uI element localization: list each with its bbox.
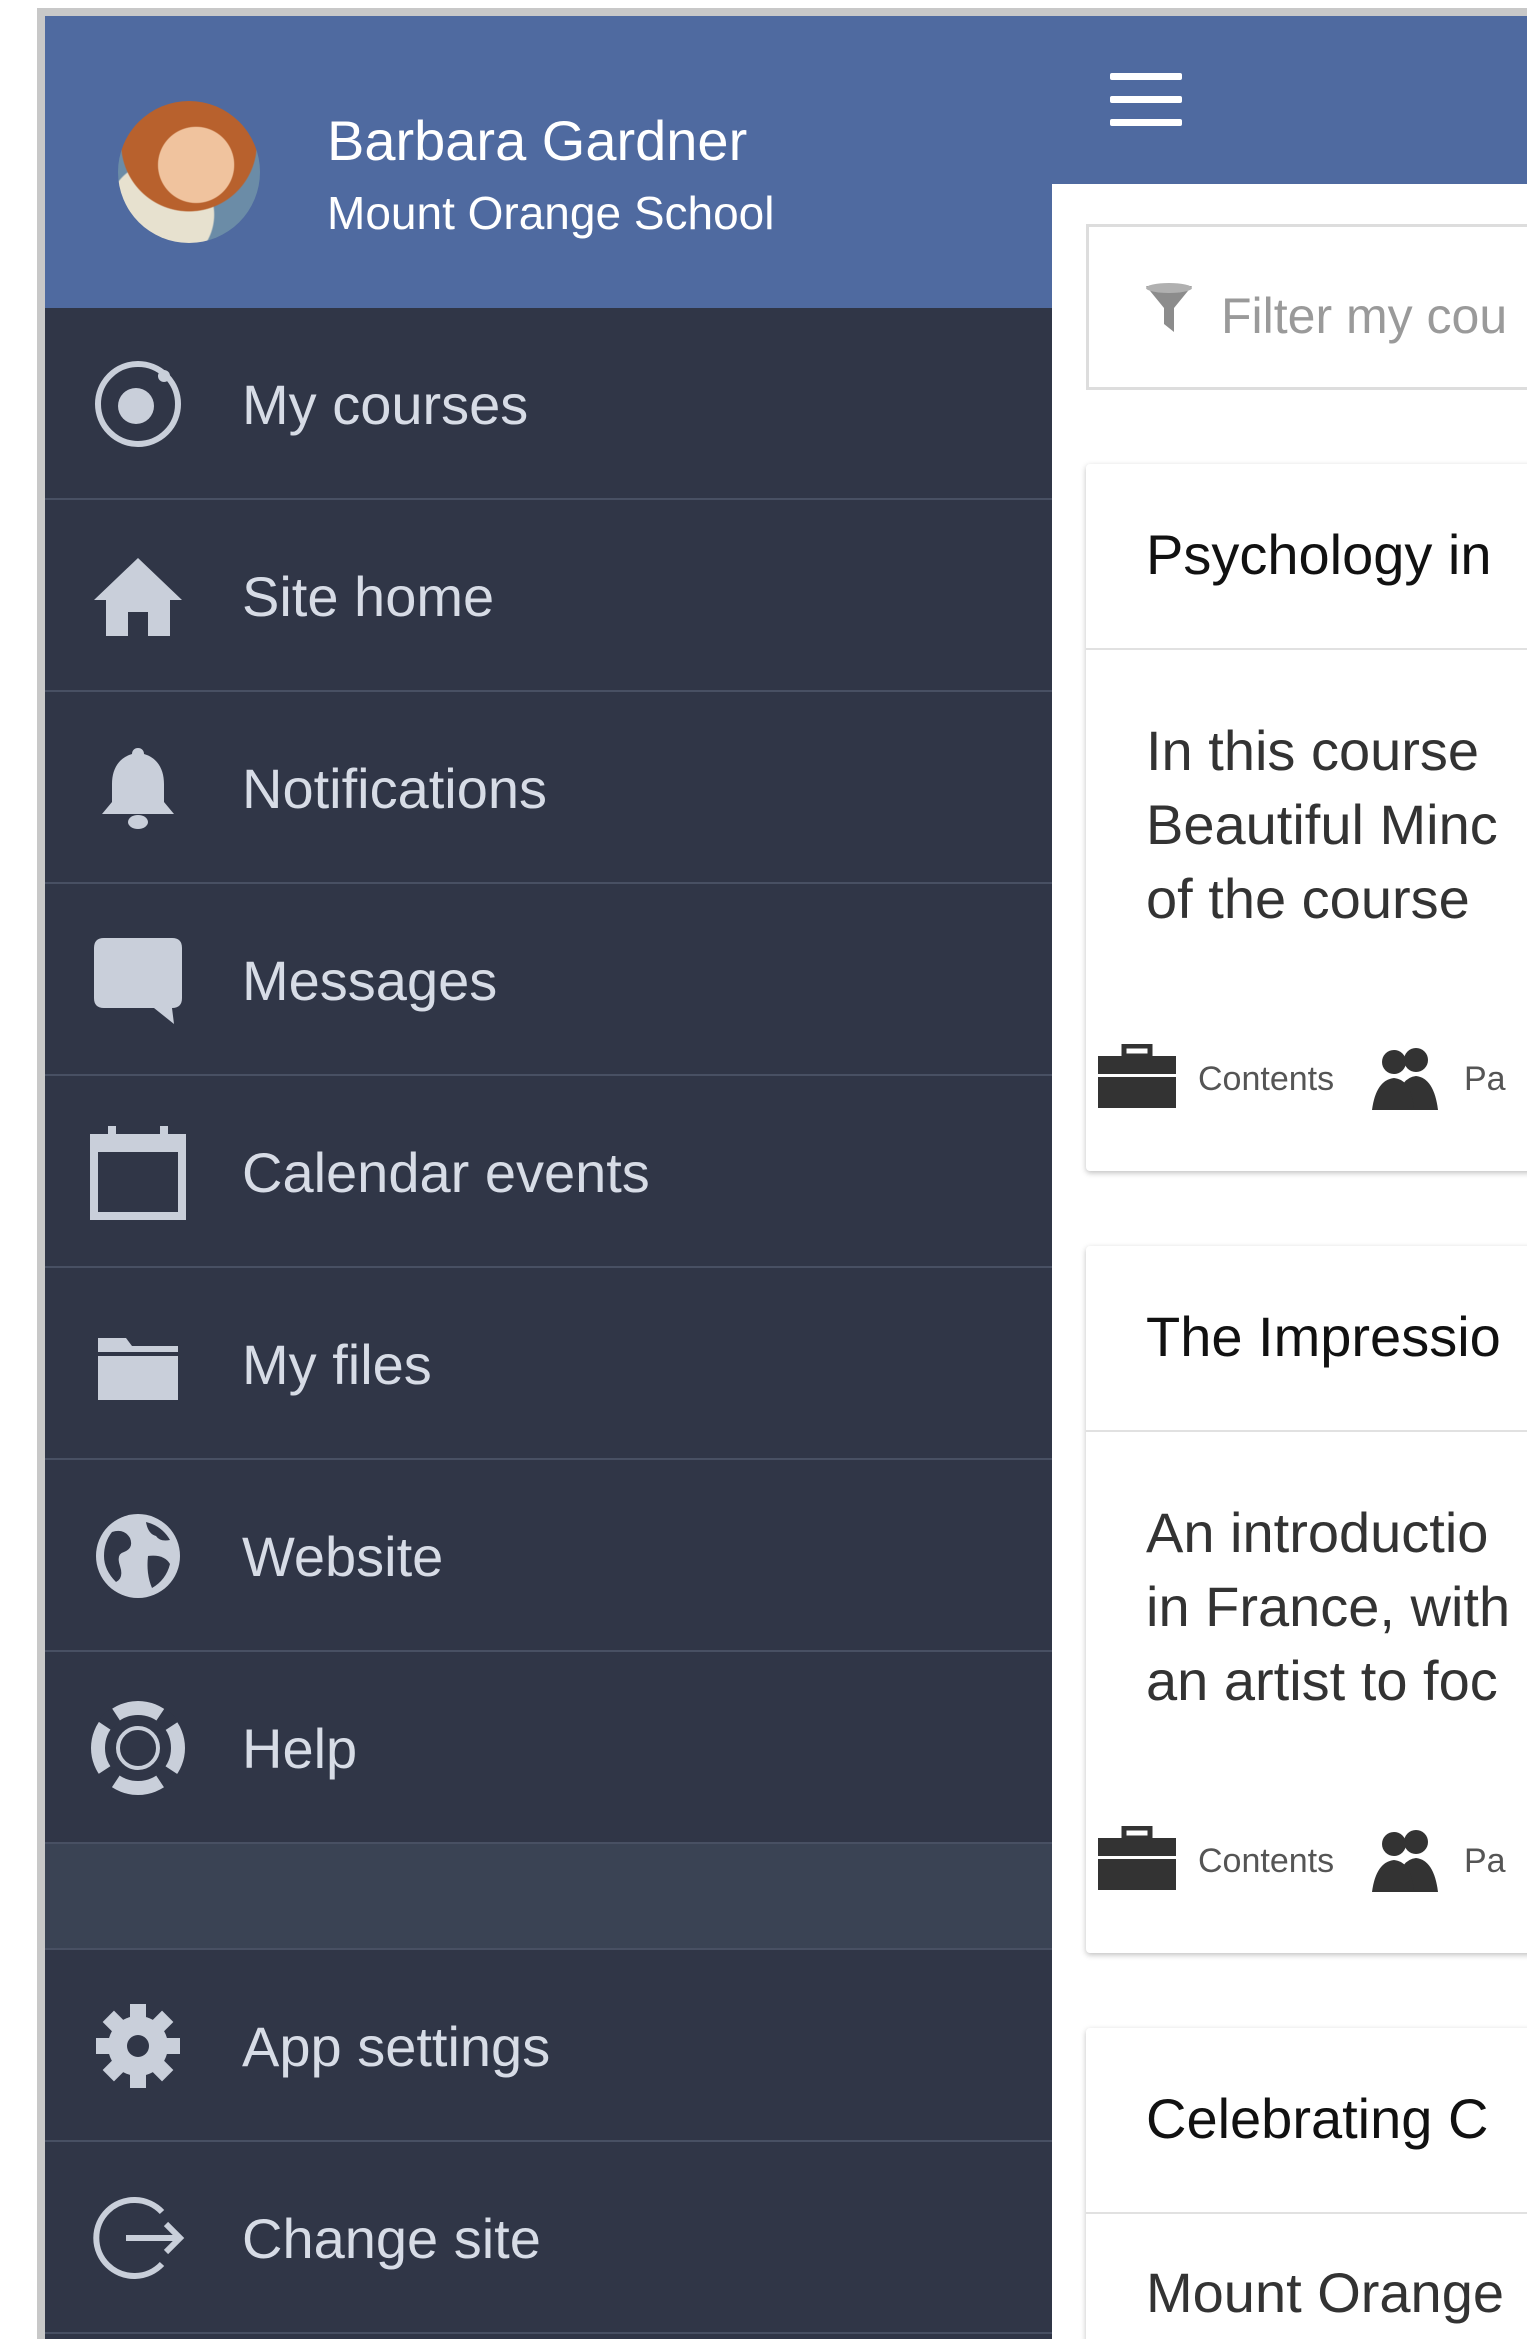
- course-title-row[interactable]: The Impressio: [1086, 1246, 1527, 1432]
- summary-line: An introductio: [1146, 1501, 1489, 1564]
- logout-icon: [93, 2197, 185, 2279]
- course-summary: An introductio in France, with an artist…: [1146, 1496, 1510, 1718]
- summary-line: In this course: [1146, 719, 1480, 782]
- app-frame: Barbara Gardner Mount Orange School My c…: [37, 8, 1527, 2339]
- summary-line: Beautiful Minc: [1146, 793, 1498, 856]
- menu-item-label: My files: [242, 1333, 432, 1396]
- course-card[interactable]: Psychology in In this course Beautiful M…: [1086, 464, 1527, 1171]
- course-summary: Mount Orange: [1146, 2256, 1504, 2330]
- menu-item-label: Calendar events: [242, 1141, 650, 1204]
- filter-placeholder: Filter my cou: [1221, 288, 1508, 344]
- menu-item-site-home[interactable]: Site home: [45, 500, 1052, 692]
- site-name: Mount Orange School: [327, 187, 775, 239]
- course-footer: Contents Pa: [1098, 1044, 1527, 1114]
- summary-line: an artist to foc: [1146, 1649, 1498, 1712]
- filter-icon: [1146, 283, 1192, 332]
- top-bar: [1052, 16, 1527, 184]
- course-title: Psychology in: [1146, 523, 1492, 586]
- lifebuoy-icon: [90, 1700, 186, 1796]
- menu-item-calendar-events[interactable]: Calendar events: [45, 1076, 1052, 1268]
- bell-icon: [102, 748, 174, 829]
- contents-link[interactable]: Contents: [1198, 1842, 1334, 1881]
- gear-icon: [96, 2004, 180, 2088]
- briefcase-icon[interactable]: [1098, 1826, 1176, 1892]
- course-card[interactable]: Celebrating C Mount Orange: [1086, 2028, 1527, 2339]
- participants-icon[interactable]: [1368, 1046, 1448, 1110]
- filter-courses-input[interactable]: Filter my cou: [1086, 224, 1527, 390]
- main-content: Filter my cou Psychology in In this cour…: [1052, 16, 1527, 2339]
- menu-item-notifications[interactable]: Notifications: [45, 692, 1052, 884]
- menu-item-my-files[interactable]: My files: [45, 1268, 1052, 1460]
- side-menu: Barbara Gardner Mount Orange School My c…: [45, 16, 1052, 2339]
- menu-item-my-courses[interactable]: My courses: [45, 308, 1052, 500]
- briefcase-icon[interactable]: [1098, 1044, 1176, 1110]
- menu-item-label: Change site: [242, 2207, 541, 2270]
- participants-icon[interactable]: [1368, 1828, 1448, 1892]
- my-courses-icon: [95, 361, 181, 447]
- menu-item-label: My courses: [242, 373, 529, 436]
- menu-item-change-site[interactable]: Change site: [45, 2142, 1052, 2334]
- menu-item-help[interactable]: Help: [45, 1652, 1052, 1844]
- menu-item-label: Notifications: [242, 757, 548, 820]
- menu-item-label: Help: [242, 1717, 358, 1780]
- course-title-row[interactable]: Psychology in: [1086, 464, 1527, 650]
- hamburger-menu-icon[interactable]: [1110, 73, 1182, 127]
- folder-icon: [98, 1338, 178, 1400]
- calendar-icon: [90, 1126, 186, 1220]
- contents-link[interactable]: Contents: [1198, 1060, 1334, 1099]
- summary-line: in France, with: [1146, 1575, 1511, 1638]
- globe-icon: [96, 1514, 180, 1598]
- course-title: Celebrating C: [1146, 2087, 1489, 2150]
- summary-line: Mount Orange: [1146, 2261, 1504, 2324]
- course-summary: In this course Beautiful Minc of the cou…: [1146, 714, 1498, 936]
- home-icon: [94, 558, 182, 636]
- course-title-row[interactable]: Celebrating C: [1086, 2028, 1527, 2214]
- participants-link[interactable]: Pa: [1464, 1842, 1506, 1881]
- menu-item-label: Messages: [242, 949, 498, 1012]
- menu-item-app-settings[interactable]: App settings: [45, 1950, 1052, 2142]
- menu-item-label: App settings: [242, 2015, 551, 2078]
- user-name: Barbara Gardner: [327, 109, 748, 172]
- course-footer: Contents Pa: [1098, 1826, 1527, 1896]
- menu-item-label: Site home: [242, 565, 495, 628]
- menu-item-label: Website: [242, 1525, 444, 1588]
- menu-item-website[interactable]: Website: [45, 1460, 1052, 1652]
- user-profile-header[interactable]: Barbara Gardner Mount Orange School: [45, 16, 1052, 308]
- menu-item-messages[interactable]: Messages: [45, 884, 1052, 1076]
- message-icon: [94, 938, 182, 1024]
- course-title: The Impressio: [1146, 1305, 1501, 1368]
- course-card[interactable]: The Impressio An introductio in France, …: [1086, 1246, 1527, 1953]
- avatar: [118, 101, 260, 243]
- menu-divider: [45, 1844, 1052, 1950]
- summary-line: of the course: [1146, 867, 1470, 930]
- participants-link[interactable]: Pa: [1464, 1060, 1506, 1099]
